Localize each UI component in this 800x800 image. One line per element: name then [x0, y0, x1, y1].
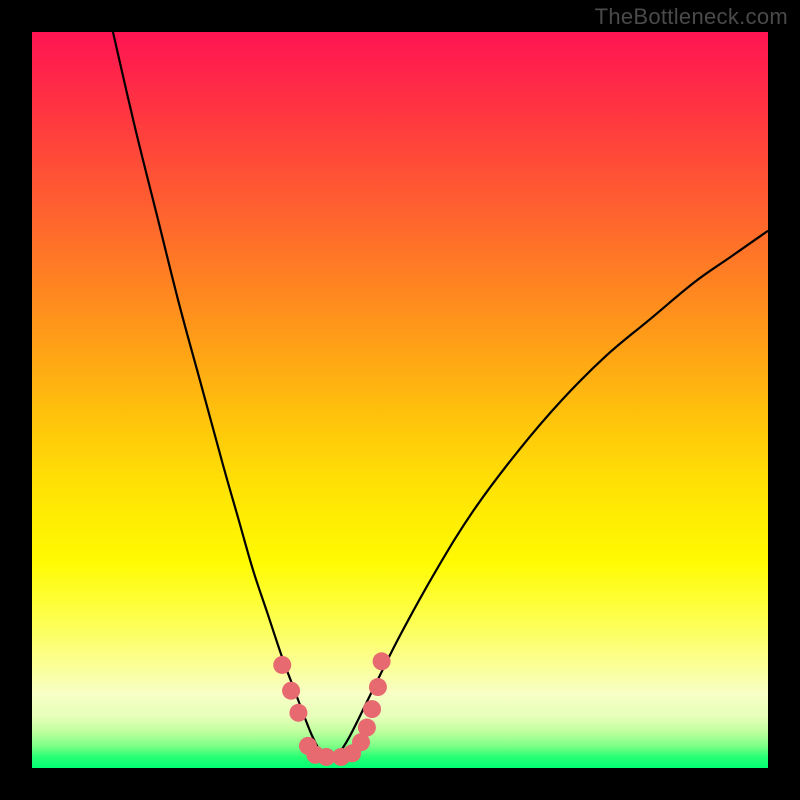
- watermark-text: TheBottleneck.com: [595, 4, 788, 30]
- scatter-dot: [369, 678, 387, 696]
- scatter-dot: [282, 682, 300, 700]
- right-curve-path: [334, 231, 768, 761]
- scatter-dot: [289, 704, 307, 722]
- scatter-dots: [273, 652, 390, 766]
- chart-frame: TheBottleneck.com: [0, 0, 800, 800]
- plot-area: [32, 32, 768, 768]
- scatter-dot: [358, 719, 376, 737]
- chart-svg: [32, 32, 768, 768]
- scatter-dot: [363, 700, 381, 718]
- scatter-dot: [273, 656, 291, 674]
- scatter-dot: [373, 652, 391, 670]
- left-curve-path: [113, 32, 326, 761]
